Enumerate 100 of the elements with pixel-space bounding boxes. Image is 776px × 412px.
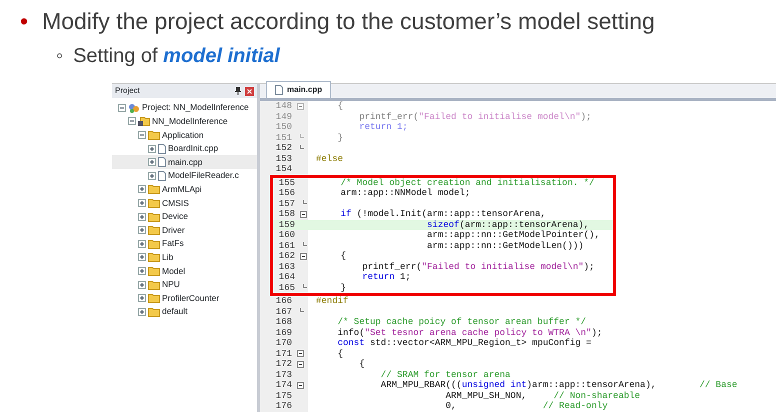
line-number: 148 (274, 101, 292, 112)
code-line: 0, // Read-only (444, 401, 608, 412)
code-line: arm::app::nn::GetModelLen())) (426, 240, 584, 251)
code-line: { (336, 101, 344, 112)
code-line: { (336, 348, 344, 359)
line-number: 155 (278, 178, 295, 188)
line-number: 159 (278, 220, 295, 230)
line-number: 149 (274, 112, 292, 122)
tree-item[interactable]: Project: NN_ModelInference (142, 101, 249, 114)
code-line: ARM_MPU_SH_NON, // Non-shareable (444, 390, 640, 401)
line-number: 158 (278, 209, 295, 220)
fold-icon[interactable] (296, 350, 304, 358)
code-line: sizeof(arm::app::tensorArena), (426, 220, 590, 230)
folder-icon (148, 252, 160, 262)
line-number: 174 (274, 380, 292, 390)
project-icon (128, 102, 140, 113)
expand-icon[interactable] (138, 240, 146, 248)
code-line: #endif (315, 296, 348, 306)
code-line: #else (315, 154, 344, 164)
collapse-icon[interactable] (128, 117, 136, 126)
expand-icon[interactable] (138, 226, 146, 234)
folder-icon (148, 225, 160, 236)
tree-item[interactable]: ArmMLApi (162, 182, 202, 196)
code-line: /* Model object creation and initialisation. */ (340, 178, 594, 188)
folder-icon (148, 280, 160, 290)
expand-icon[interactable] (138, 185, 146, 194)
collapse-icon[interactable] (138, 130, 146, 139)
code-line: // SRAM for tensor arena (380, 370, 510, 380)
fold-icon[interactable] (300, 252, 306, 260)
code-line: } (340, 282, 346, 293)
line-number: 168 (274, 317, 292, 328)
folder-icon (148, 266, 160, 276)
file-icon (158, 144, 166, 154)
collapse-icon[interactable] (118, 104, 126, 112)
tree-item[interactable]: Model (162, 264, 186, 278)
tree-item[interactable]: Application (162, 128, 204, 142)
tree-item[interactable]: default (162, 305, 188, 318)
tree-item[interactable]: BoardInit.cpp (168, 142, 218, 155)
line-number: 170 (274, 338, 292, 348)
folder-icon (148, 184, 160, 194)
code-line: printf_err("Failed to initialise model\n"); (358, 112, 592, 122)
expand-icon[interactable] (138, 280, 146, 289)
tree-item[interactable]: CMSIS (162, 196, 189, 210)
folder-icon (148, 130, 160, 140)
code-line: printf_err("Failed to initialise model\n"); (361, 262, 594, 272)
fold-icon[interactable] (300, 210, 306, 218)
line-number: 163 (278, 262, 295, 272)
line-number: 152 (274, 143, 292, 154)
code-line: { (340, 251, 346, 262)
code-line: return 1; (361, 272, 411, 282)
code-line: info("Set tesnor arena cache policy to WTRA \n"); (336, 328, 602, 338)
file-icon (275, 85, 283, 95)
line-number: 154 (274, 164, 292, 174)
bullet-text: Modify the project according to the customer’s model setting (42, 7, 655, 36)
expand-icon[interactable] (138, 308, 146, 316)
line-number: 162 (278, 251, 295, 262)
line-number: 172 (274, 359, 292, 370)
code-line: } (336, 132, 344, 143)
line-number: 164 (278, 272, 295, 282)
code-line: arm::app::nn::GetModelPointer(), (426, 230, 600, 240)
line-number: 166 (274, 296, 292, 306)
line-number: 156 (278, 188, 295, 198)
pin-icon[interactable] (235, 87, 241, 95)
expand-icon[interactable] (138, 294, 146, 302)
line-number: 160 (278, 230, 295, 240)
line-number: 175 (274, 390, 292, 401)
folder-icon (148, 238, 160, 249)
code-line: if (!model.Init(arm::app::tensorArena, (340, 209, 546, 220)
expand-icon[interactable] (148, 158, 156, 166)
file-icon (158, 157, 166, 168)
tree-item[interactable]: NN_ModelInference (152, 115, 228, 128)
tree-item[interactable]: NPU (162, 278, 180, 291)
line-number: 176 (274, 401, 292, 412)
sub-bullet-text: Setting of model initial (73, 44, 280, 69)
tree-item[interactable]: Driver (162, 224, 185, 237)
tree-item[interactable]: Device (162, 210, 188, 223)
folder-icon (148, 212, 160, 222)
tree-item[interactable]: ModelFileReader.c (168, 169, 239, 182)
expand-icon[interactable] (138, 266, 146, 275)
tree-item[interactable]: Lib (162, 250, 174, 264)
tree-item[interactable]: ProfilerCounter (162, 292, 220, 304)
fold-icon[interactable] (296, 382, 304, 389)
code-line: const std::vector<ARM_MPU_Region_t> mpuConfig = (336, 338, 592, 348)
close-icon[interactable] (245, 86, 254, 96)
expand-icon[interactable] (138, 253, 146, 262)
panel-title: Project (115, 85, 140, 97)
editor-tab[interactable]: main.cpp (266, 81, 332, 98)
code-line: /* Setup cache poicy of tensor arean buffer */ (336, 317, 586, 328)
expand-icon[interactable] (138, 212, 146, 221)
file-icon (158, 170, 166, 181)
folder-icon (138, 116, 150, 126)
expand-icon[interactable] (148, 172, 156, 180)
tree-item[interactable]: FatFs (162, 237, 184, 250)
expand-icon[interactable] (148, 144, 156, 153)
line-number: 169 (274, 328, 292, 338)
line-number: 167 (274, 306, 292, 317)
fold-icon[interactable] (296, 360, 304, 368)
line-number: 151 (274, 132, 292, 143)
line-number: 157 (278, 198, 295, 209)
expand-icon[interactable] (138, 198, 146, 207)
